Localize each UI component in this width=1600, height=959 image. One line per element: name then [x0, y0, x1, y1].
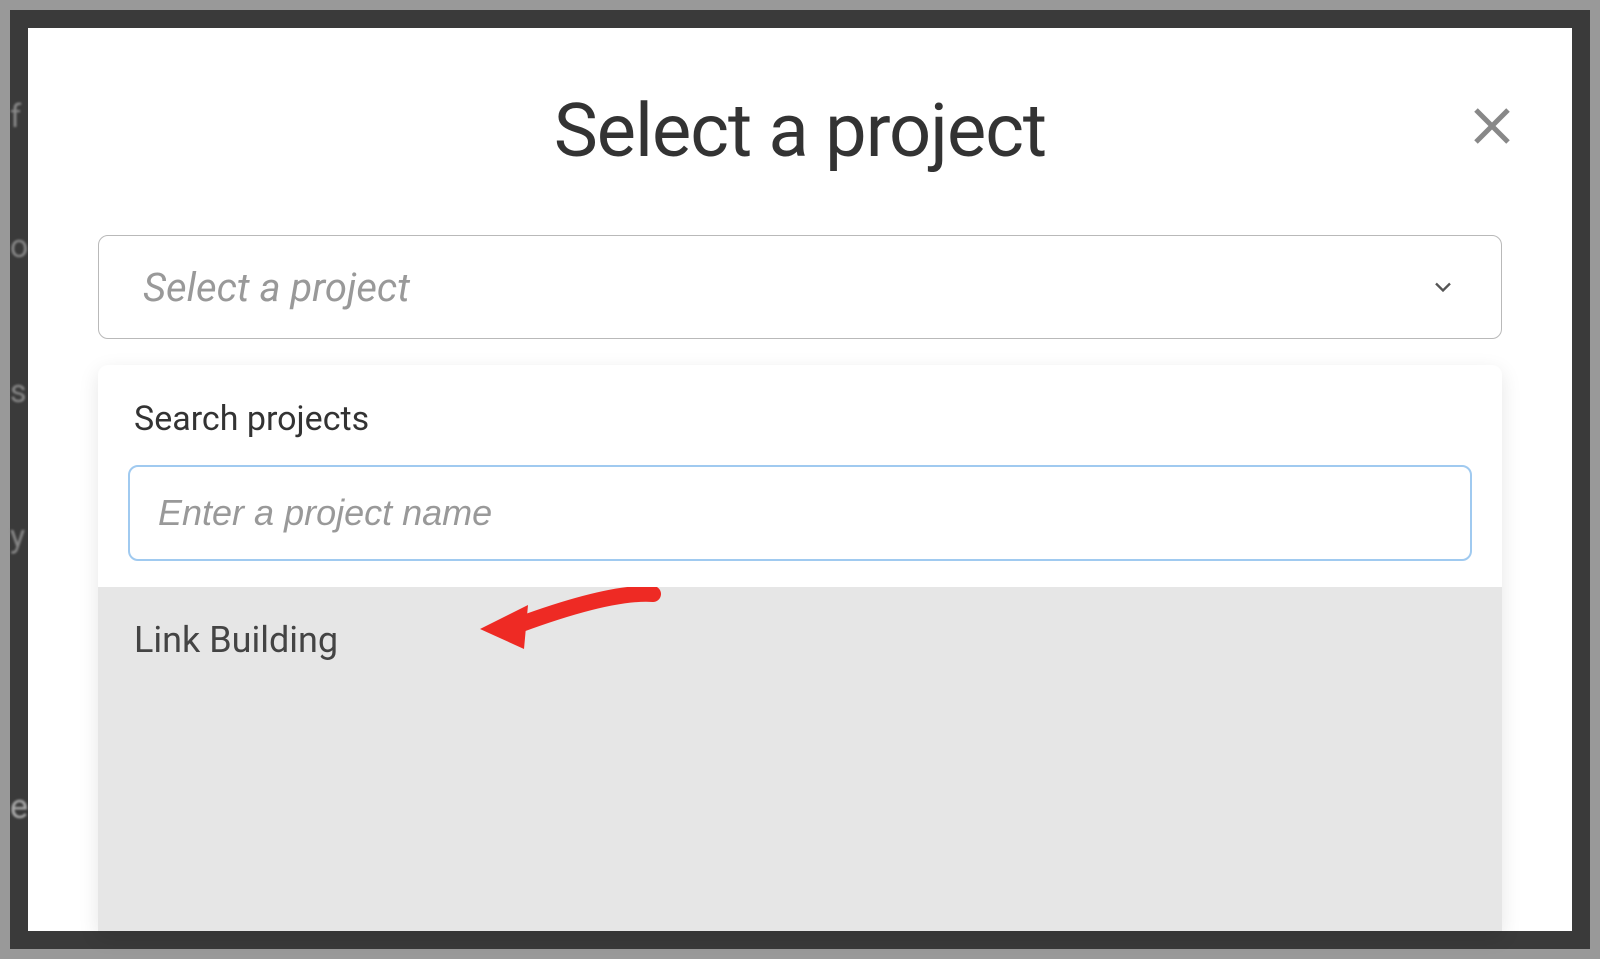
results-list: Link Building — [98, 587, 1502, 931]
project-select-trigger[interactable]: Select a project — [98, 235, 1502, 339]
background-fragment: f — [10, 100, 21, 132]
modal-title: Select a project — [98, 88, 1502, 175]
modal-body: Select a project Search projects Link Bu… — [28, 235, 1572, 931]
annotation-arrow — [468, 587, 668, 669]
search-projects-input[interactable] — [128, 465, 1472, 561]
result-item-link-building[interactable]: Link Building — [98, 587, 1502, 931]
select-project-modal: Select a project Select a project — [28, 28, 1572, 931]
select-placeholder: Select a project — [143, 264, 410, 311]
close-icon — [1468, 102, 1516, 150]
dropdown-panel: Search projects Link Building — [98, 365, 1502, 931]
backdrop: f o s y eo Select a project Select a — [10, 10, 1590, 949]
background-fragment: s — [10, 375, 27, 407]
result-item-label: Link Building — [134, 619, 338, 661]
chevron-down-icon — [1429, 273, 1457, 301]
modal-header: Select a project — [28, 68, 1572, 235]
background-fragment: y — [10, 520, 25, 552]
outer-frame: f o s y eo Select a project Select a — [0, 0, 1600, 959]
search-projects-label: Search projects — [128, 399, 1472, 439]
background-fragment: o — [10, 230, 28, 262]
close-button[interactable] — [1462, 96, 1522, 156]
